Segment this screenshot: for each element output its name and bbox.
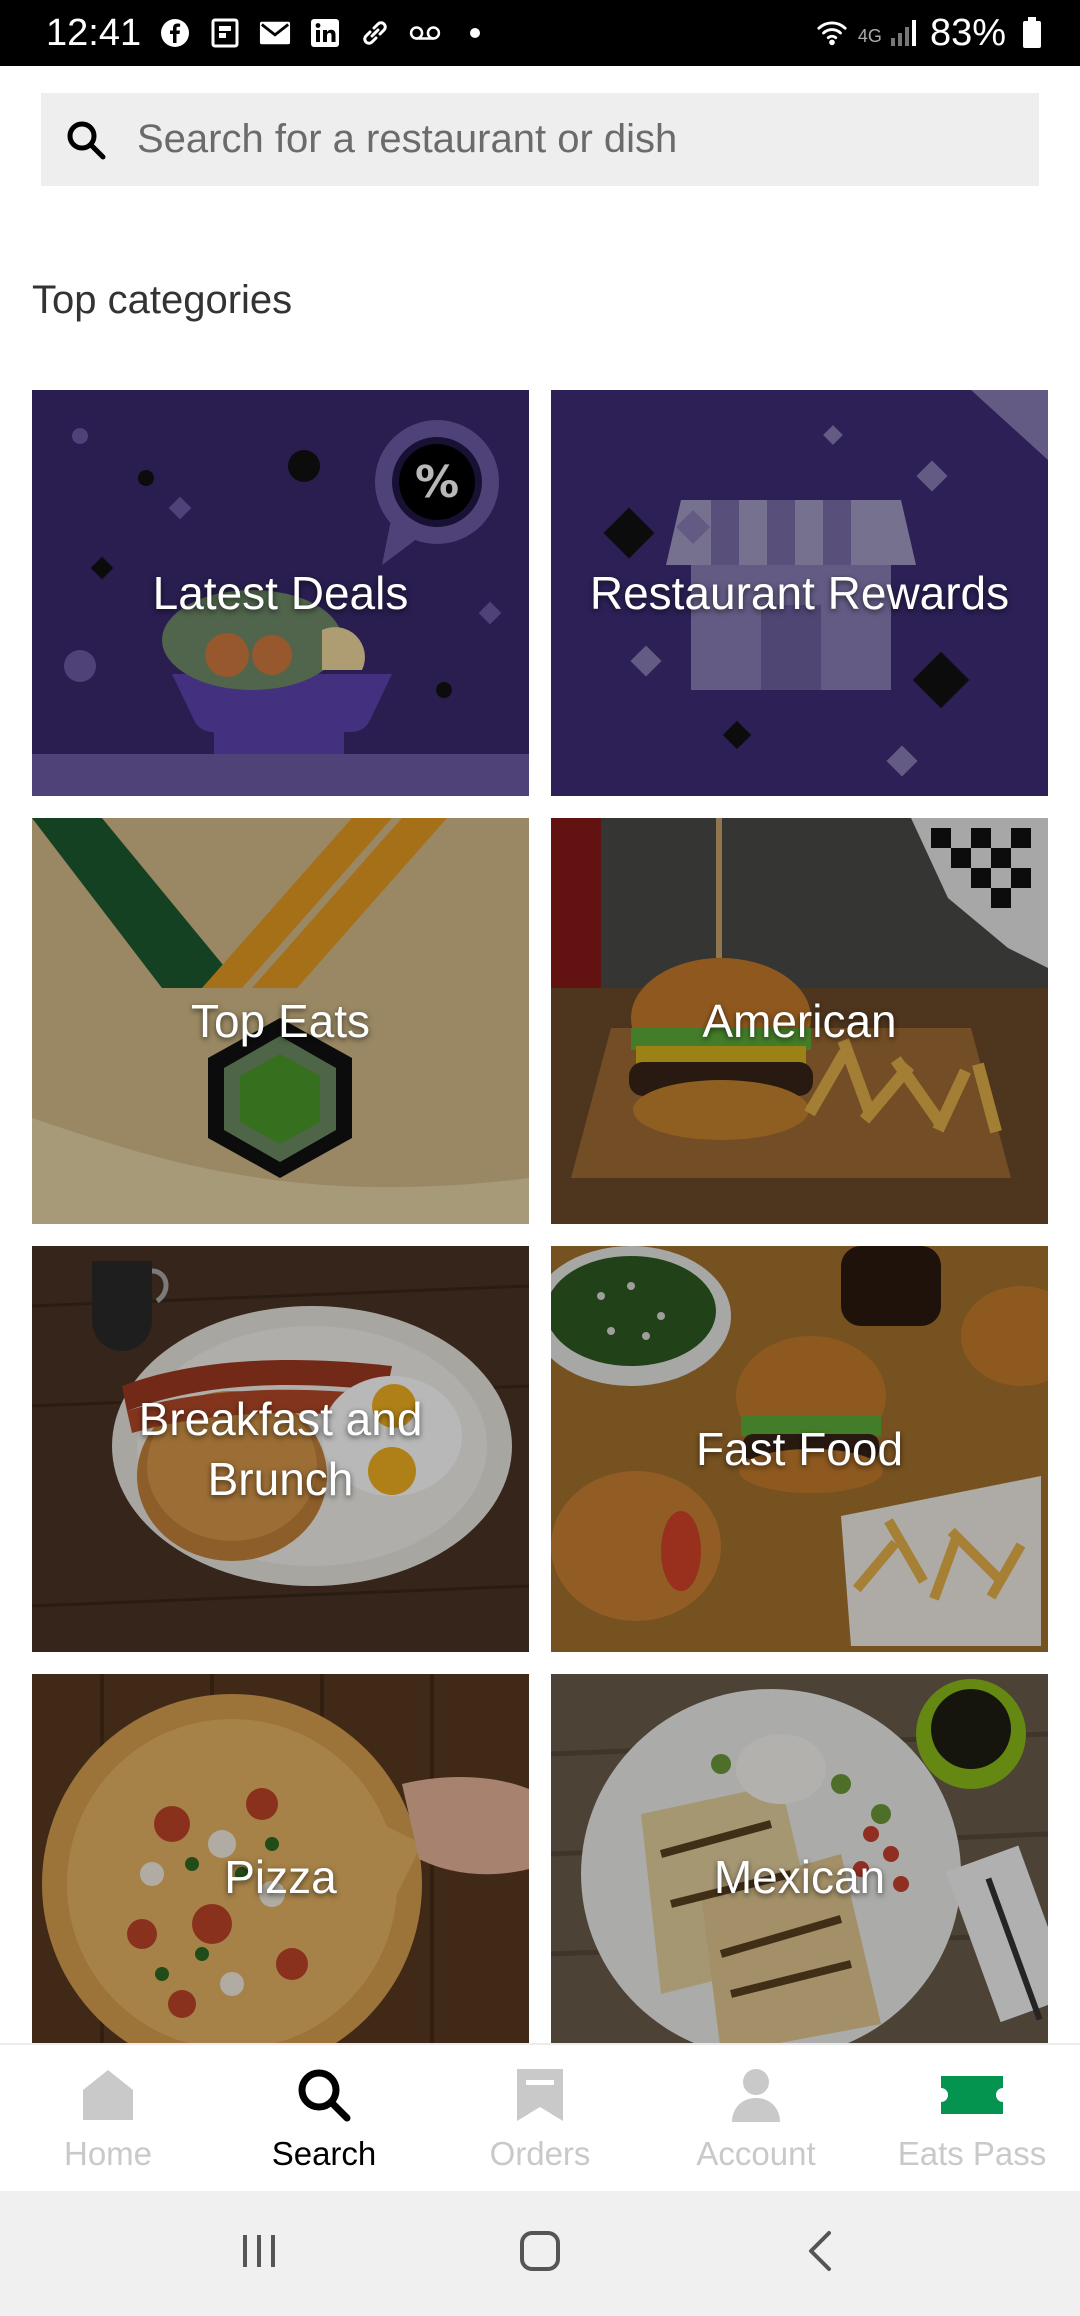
category-top-eats[interactable]: Top Eats (32, 818, 529, 1224)
category-label: Breakfast and Brunch (138, 1393, 423, 1505)
nav-label: Account (696, 2135, 816, 2172)
nav-label: Home (63, 2135, 153, 2172)
recent-apps-icon[interactable] (239, 2231, 279, 2276)
category-fast-food[interactable]: Fast Food (551, 1246, 1048, 1652)
battery-percent: 83% (929, 11, 1006, 54)
dot-icon (459, 17, 491, 49)
nav-orders[interactable]: Orders (432, 2045, 648, 2193)
home-icon (79, 2063, 137, 2127)
category-restaurant-rewards[interactable]: Restaurant Rewards (551, 390, 1048, 796)
category-mexican[interactable]: Mexican (551, 1674, 1048, 2080)
home-button-icon[interactable] (518, 2229, 562, 2278)
flipboard-icon (209, 17, 241, 49)
category-label: Pizza (224, 1851, 337, 1903)
nav-label: Eats Pass (897, 2135, 1047, 2172)
status-bar: 12:41 4G 83% (0, 0, 1080, 66)
category-breakfast-and-brunch[interactable]: Breakfast and Brunch (32, 1246, 529, 1652)
wifi-icon (816, 17, 848, 49)
category-label: American (702, 995, 897, 1047)
system-nav-bar (0, 2191, 1080, 2316)
nav-eats-pass[interactable]: Eats Pass (864, 2045, 1080, 2193)
category-label: Fast Food (695, 1423, 904, 1475)
section-title: Top categories (32, 278, 293, 322)
nav-account[interactable]: Account (648, 2045, 864, 2193)
search-input[interactable] (135, 116, 1019, 163)
voicemail-icon (409, 17, 441, 49)
signal-icon (888, 17, 920, 49)
category-label: Mexican (713, 1851, 886, 1903)
status-right: 4G 83% (816, 12, 1048, 55)
nav-home[interactable]: Home (0, 2045, 216, 2193)
category-label: Restaurant Rewards (589, 567, 1010, 619)
battery-icon (1016, 17, 1048, 49)
back-icon[interactable] (801, 2229, 841, 2278)
category-american[interactable]: American (551, 818, 1048, 1224)
network-type: 4G (857, 25, 882, 46)
nav-search[interactable]: Search (216, 2045, 432, 2193)
category-label: Latest Deals (152, 567, 409, 619)
category-latest-deals[interactable]: % Latest Deals (32, 390, 529, 796)
status-time: 12:41 (46, 11, 142, 54)
ticket-icon (939, 2063, 1005, 2127)
category-pizza[interactable]: Pizza (32, 1674, 529, 2080)
search-icon (295, 2063, 353, 2127)
link-icon (359, 17, 391, 49)
nav-label: Search (271, 2135, 377, 2172)
mail-icon (259, 17, 291, 49)
status-left: 12:41 (46, 12, 491, 55)
search-bar[interactable] (41, 93, 1039, 186)
category-label: Top Eats (191, 995, 370, 1047)
linkedin-icon (309, 17, 341, 49)
account-icon (728, 2063, 784, 2127)
search-icon (65, 119, 107, 161)
orders-icon (514, 2063, 566, 2127)
nav-label: Orders (489, 2135, 591, 2172)
facebook-icon (159, 17, 191, 49)
bottom-nav: Home Search Orders Account Eats Pass (0, 2043, 1080, 2193)
